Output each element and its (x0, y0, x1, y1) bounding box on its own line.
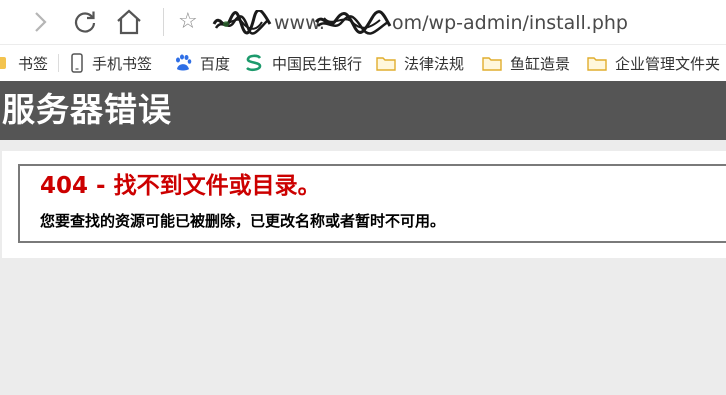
baidu-paw-icon (174, 54, 192, 72)
redaction-scribble (212, 10, 272, 35)
folder-icon (376, 55, 396, 71)
star-icon[interactable]: ☆ (178, 9, 198, 35)
home-button[interactable] (113, 6, 145, 38)
home-icon (117, 9, 141, 35)
bookmark-item[interactable]: 手机书签 (70, 45, 152, 81)
bookmark-item[interactable]: 企业管理文件夹 (587, 45, 720, 81)
phone-icon (70, 53, 84, 73)
bookmark-divider (58, 54, 59, 72)
bookmark-item[interactable]: 中国民生银行 (244, 45, 362, 81)
minsheng-bank-icon (244, 54, 264, 72)
url-text-path[interactable]: om/wp-admin/install.php (392, 11, 628, 35)
bookmarks-bar: 书签 手机书签 百度 中国民生银行 法律法规 鱼缸造景 企业管理文件夹 (0, 44, 726, 81)
bookmark-label: 手机书签 (92, 54, 153, 73)
error-description: 您要查找的资源可能已被删除，已更改名称或者暂时不可用。 (40, 212, 446, 230)
reload-icon (74, 11, 96, 33)
error-header: 服务器错误 (0, 81, 726, 140)
bookmark-item[interactable]: 鱼缸造景 (482, 45, 570, 81)
bookmark-partial-icon (0, 55, 10, 71)
redaction-scribble (314, 10, 392, 35)
bookmark-label: 企业管理文件夹 (615, 54, 721, 73)
toolbar-divider (163, 8, 164, 36)
folder-icon (482, 55, 502, 71)
bookmark-label: 鱼缸造景 (510, 54, 571, 73)
bookmark-item[interactable]: 书签 (0, 45, 48, 81)
reload-button[interactable] (69, 6, 101, 38)
bookmark-label: 百度 (200, 54, 231, 73)
folder-icon (587, 55, 607, 71)
forward-button[interactable] (24, 6, 56, 38)
browser-toolbar: ☆ www. om/wp-admin/install.php (0, 0, 726, 44)
bookmark-label: 中国民生银行 (272, 54, 363, 73)
error-fieldset: 404 - 找不到文件或目录。 您要查找的资源可能已被删除，已更改名称或者暂时不… (18, 164, 726, 243)
error-code-heading: 404 - 找不到文件或目录。 (40, 173, 321, 199)
error-content-panel: 404 - 找不到文件或目录。 您要查找的资源可能已被删除，已更改名称或者暂时不… (2, 151, 726, 258)
bookmark-label: 法律法规 (404, 54, 465, 73)
chevron-right-icon (35, 12, 47, 32)
error-header-title: 服务器错误 (2, 90, 172, 129)
bookmark-item[interactable]: 法律法规 (376, 45, 464, 81)
bookmark-item[interactable]: 百度 (174, 45, 230, 81)
bookmark-label: 书签 (18, 54, 49, 73)
